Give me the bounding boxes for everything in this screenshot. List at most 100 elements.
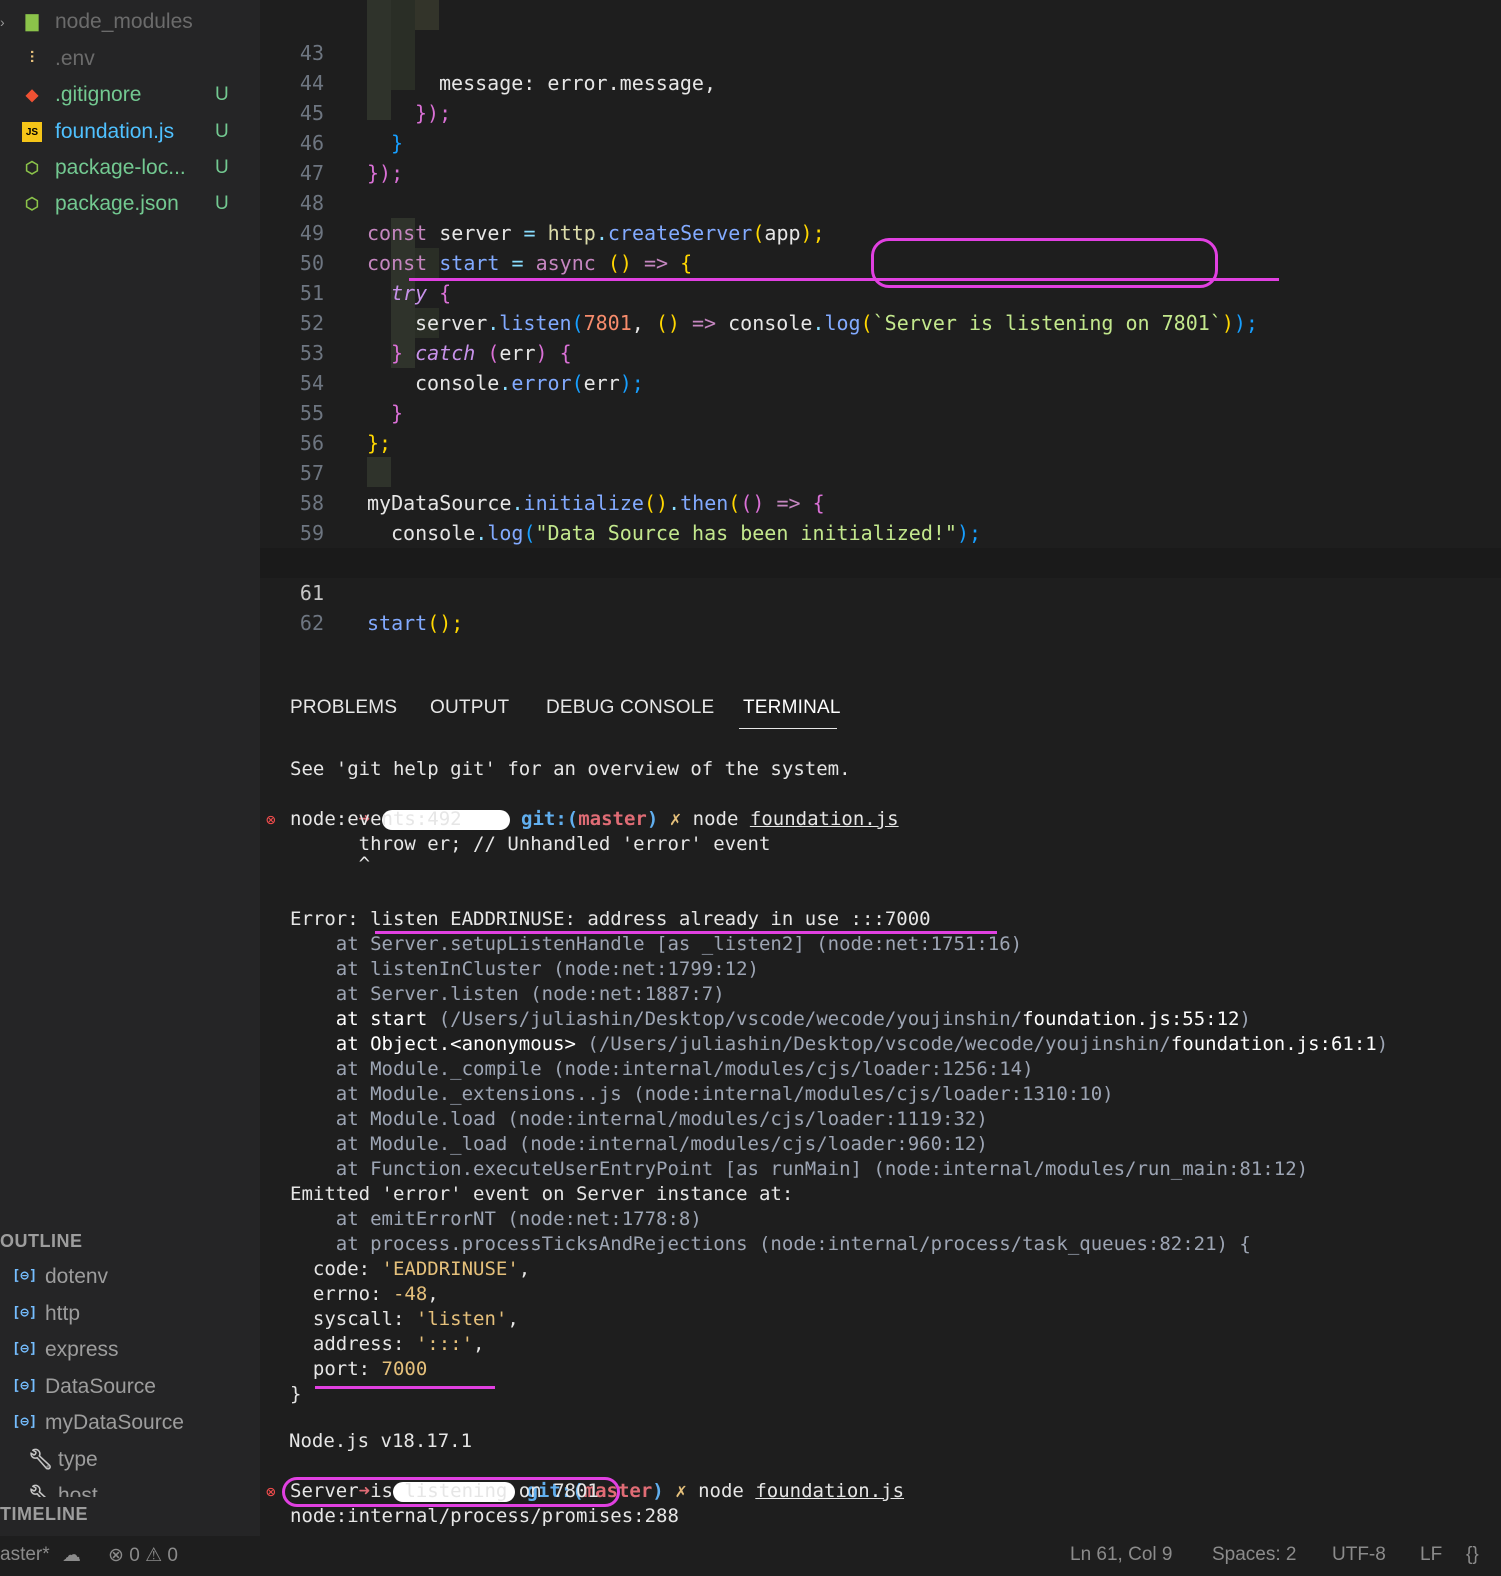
prop-value: -48 xyxy=(392,1283,428,1305)
prompt-dirty-mark: ✗ xyxy=(669,808,682,830)
prop-key: errno: xyxy=(290,1283,393,1305)
error-count: 0 xyxy=(129,1545,140,1566)
file-name: package-loc... xyxy=(55,156,186,179)
problems-indicator[interactable]: ⊗ 0 ⚠ 0 xyxy=(108,1544,178,1567)
prompt-command: node xyxy=(692,808,739,830)
stack-line: at Server.listen (node:net:1887:7) xyxy=(290,983,725,1005)
code-line: 48 const server = http.createServer(app)… xyxy=(260,158,1501,245)
error-prop-line: code: 'EADDRINUSE', xyxy=(290,1257,530,1282)
file-name: package.json xyxy=(55,192,179,215)
stack-path: ) xyxy=(1376,1033,1389,1055)
code-token: start xyxy=(367,611,428,635)
stack-line: at start (/Users/juliashin/Desktop/vscod… xyxy=(290,1007,1251,1032)
explorer-item-package-lock[interactable]: ⬡ package-loc... U xyxy=(0,150,250,186)
code-line: 55 }; xyxy=(260,368,1501,455)
timeline-header[interactable]: TIMELINE xyxy=(0,1504,88,1525)
prompt-token: git:( xyxy=(521,808,579,830)
variable-icon: [⊖] xyxy=(12,1414,38,1430)
chevron-right-icon[interactable]: › xyxy=(0,14,5,30)
prompt-file-link[interactable]: foundation.js xyxy=(755,1480,904,1502)
explorer-item-foundation-js[interactable]: JS foundation.js U xyxy=(0,114,250,150)
stack-path: ) xyxy=(1239,1008,1251,1030)
stack-line: at process.processTicksAndRejections (no… xyxy=(290,1232,1251,1257)
prop-value: 'listen' xyxy=(415,1308,508,1330)
outline-item-http[interactable]: [⊖] http xyxy=(0,1299,250,1335)
terminal-line: ^ xyxy=(290,853,371,875)
outline-item-mydatasource[interactable]: [⊖] myDataSource xyxy=(0,1408,250,1444)
status-bar: aster* ☁ ⊗ 0 ⚠ 0 Ln 61, Col 9 Spaces: 2 … xyxy=(0,1536,1501,1576)
outline-label: type xyxy=(58,1448,98,1471)
explorer-item-env[interactable]: ⫶ .env xyxy=(0,41,250,77)
stack-file[interactable]: foundation.js:55:12 xyxy=(1022,1008,1239,1030)
outline-item-express[interactable]: [⊖] express xyxy=(0,1335,250,1371)
outline-label: express xyxy=(45,1338,119,1361)
explorer-item-package-json[interactable]: ⬡ package.json U xyxy=(0,186,250,222)
annotation-underline xyxy=(315,1386,495,1389)
variable-icon: [⊖] xyxy=(12,1378,38,1394)
prompt-dirty-mark: ✗ xyxy=(675,1480,687,1502)
error-prop-line: syscall: 'listen', xyxy=(290,1307,519,1332)
annotation-oval xyxy=(282,1477,620,1507)
prop-punct: , xyxy=(507,1308,519,1330)
outline-label: http xyxy=(45,1302,81,1325)
cloud-sync-icon[interactable]: ☁ xyxy=(62,1544,81,1567)
error-prop-line: errno: -48, xyxy=(290,1282,439,1307)
line-number: 62 xyxy=(299,611,324,635)
outline-item-datasource[interactable]: [⊖] DataSource xyxy=(0,1372,250,1408)
prop-punct: , xyxy=(473,1333,485,1355)
prop-key: port: xyxy=(290,1358,382,1380)
outline-item-type[interactable]: 🔧︎ type xyxy=(0,1445,250,1481)
indentation-indicator[interactable]: Spaces: 2 xyxy=(1212,1544,1297,1566)
git-icon: ◆ xyxy=(25,87,39,104)
git-status-badge: U xyxy=(215,193,229,214)
annotation-underline xyxy=(409,278,1279,281)
outline-label: DataSource xyxy=(45,1375,156,1398)
git-status-badge: U xyxy=(215,84,229,105)
prop-value: ':::' xyxy=(415,1333,474,1355)
code-line: 56 xyxy=(260,398,1501,455)
stack-line: at Module._compile (node:internal/module… xyxy=(290,1058,1034,1080)
file-name: node_modules xyxy=(55,10,193,33)
stack-frame: at Object.<anonymous> xyxy=(290,1033,588,1055)
variable-icon: [⊖] xyxy=(12,1305,38,1321)
stack-line: at Server.setupListenHandle [as _listen2… xyxy=(290,933,1023,955)
file-name: foundation.js xyxy=(55,120,175,143)
code-line: 57 myDataSource.initialize().then(() => … xyxy=(260,428,1501,515)
stack-line: at emitErrorNT (node:net:1778:8) xyxy=(290,1208,702,1230)
stack-file[interactable]: foundation.js:61:1 xyxy=(1171,1033,1377,1055)
explorer-item-node-modules[interactable]: › ▇ node_modules xyxy=(0,4,250,40)
stack-frame: at start xyxy=(290,1008,439,1030)
variable-icon: [⊖] xyxy=(12,1268,38,1284)
prop-value: 7000 xyxy=(381,1358,428,1380)
stack-line: at Module.load (node:internal/modules/cj… xyxy=(290,1108,988,1130)
eol-indicator[interactable]: LF xyxy=(1420,1544,1442,1566)
git-status-badge: U xyxy=(215,121,229,142)
language-mode-indicator[interactable]: {} xyxy=(1466,1544,1479,1566)
settings-sliders-icon: ⫶ xyxy=(29,50,34,67)
annotation-underline xyxy=(375,931,997,934)
error-circle-icon: ⊗ xyxy=(108,1545,124,1566)
encoding-indicator[interactable]: UTF-8 xyxy=(1332,1544,1386,1566)
branch-indicator[interactable]: aster* xyxy=(0,1544,50,1566)
prompt-file-link[interactable]: foundation.js xyxy=(750,808,899,830)
terminal-line: } xyxy=(290,1383,302,1405)
stack-frame: at process.processTicksAndRejections (no… xyxy=(290,1233,1251,1255)
terminal-line: See 'git help git' for an overview of th… xyxy=(290,758,851,780)
outline-header[interactable]: OUTLINE xyxy=(0,1231,83,1252)
outline-label: host xyxy=(58,1484,98,1497)
code-editor[interactable]: 43 message: error.message, 44 }); 45 } 4… xyxy=(260,0,1501,640)
terminal-prompt: ⊗ ➜ git:(master) ✗ node foundation.js xyxy=(266,782,899,830)
outline-item-host[interactable]: 🔧︎ host xyxy=(0,1481,250,1497)
outline-item-dotenv[interactable]: [⊖] dotenv xyxy=(0,1262,250,1298)
code-line: 60 xyxy=(260,518,1501,575)
bottom-panel: PROBLEMS OUTPUT DEBUG CONSOLE TERMINAL S… xyxy=(260,672,1501,1540)
code-line: 49 const start = async () => { xyxy=(260,188,1501,275)
prompt-command: node xyxy=(698,1480,744,1502)
cursor-position[interactable]: Ln 61, Col 9 xyxy=(1070,1544,1172,1566)
explorer-item-gitignore[interactable]: ◆ .gitignore U xyxy=(0,77,250,113)
terminal[interactable]: See 'git help git' for an overview of th… xyxy=(266,672,1490,1540)
code-line: 54 } xyxy=(260,338,1501,425)
prompt-branch: master xyxy=(578,808,647,830)
nodejs-icon: ⬡ xyxy=(25,196,39,213)
code-line: 62 xyxy=(260,578,1501,635)
